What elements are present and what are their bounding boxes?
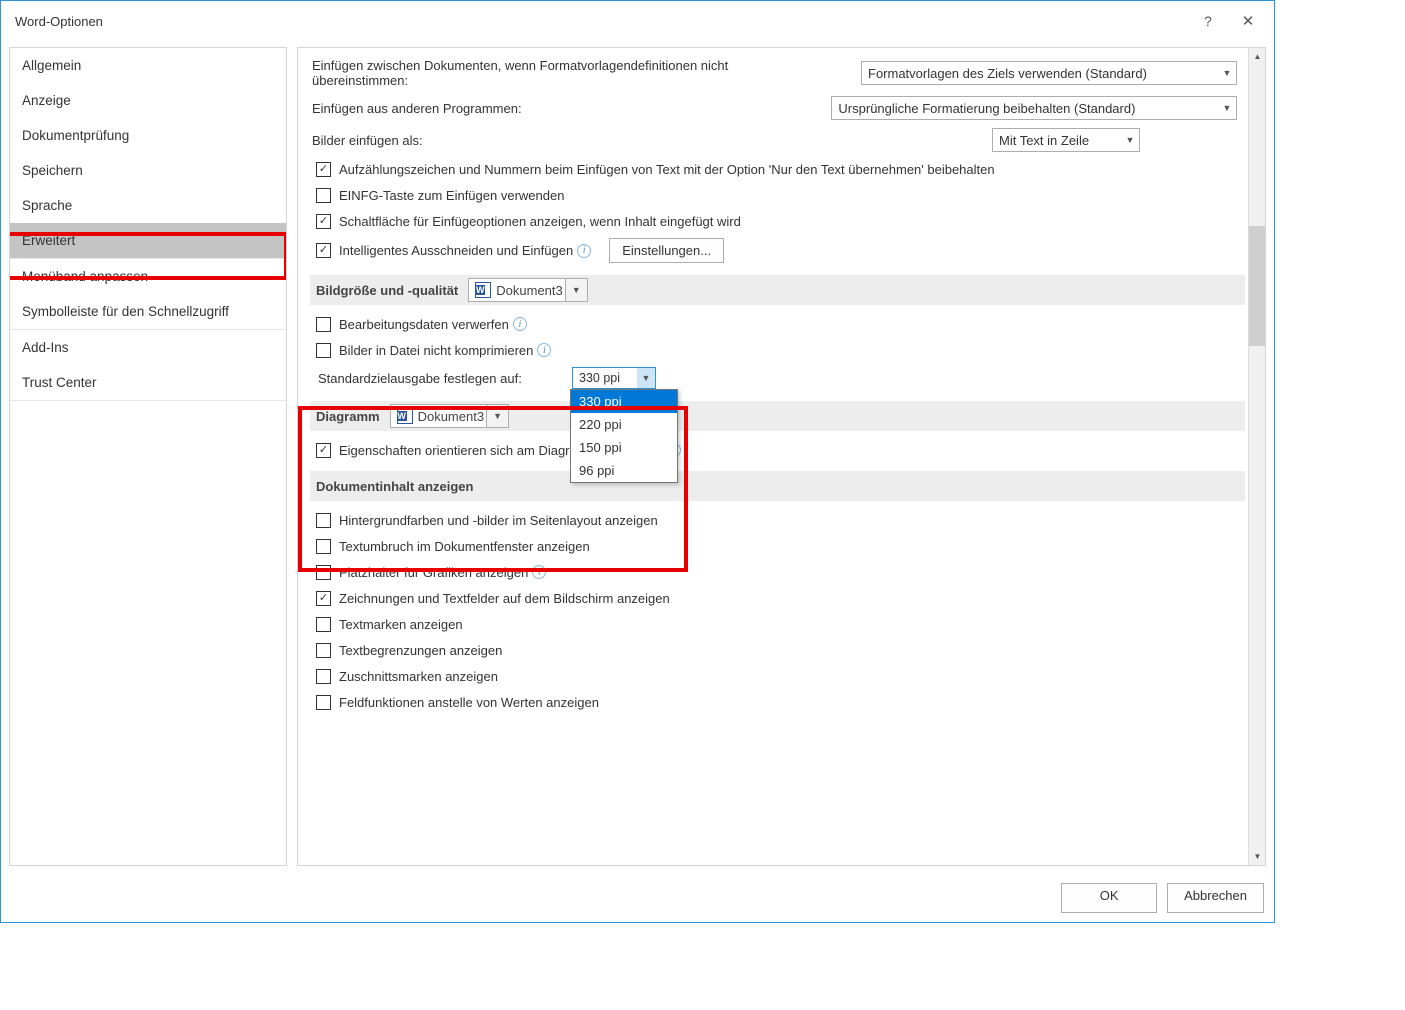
no-compress-checkbox[interactable] <box>316 343 331 358</box>
paste-between-docs-label2: übereinstimmen: <box>312 73 408 88</box>
chart-doc-select[interactable]: Dokument3 ▼ <box>390 404 509 428</box>
insert-images-value: Mit Text in Zeile <box>999 133 1089 148</box>
chevron-down-icon: ▼ <box>1218 97 1236 119</box>
paste-other-programs-select[interactable]: Ursprüngliche Formatierung beibehalten (… <box>831 96 1237 120</box>
placeholders-checkbox[interactable] <box>316 565 331 580</box>
scroll-thumb[interactable] <box>1249 226 1265 346</box>
smart-cut-checkbox[interactable] <box>316 243 331 258</box>
sidebar-item-addins[interactable]: Add-Ins <box>10 330 286 365</box>
crop-marks-label: Zuschnittsmarken anzeigen <box>339 669 498 684</box>
paste-other-programs-value: Ursprüngliche Formatierung beibehalten (… <box>838 101 1135 116</box>
discard-edit-checkbox[interactable] <box>316 317 331 332</box>
show-paste-btn-checkbox[interactable] <box>316 214 331 229</box>
window-title: Word-Optionen <box>15 14 1188 29</box>
sidebar-item-dokumentpruefung[interactable]: Dokumentprüfung <box>10 118 286 153</box>
sidebar-item-allgemein[interactable]: Allgemein <box>10 48 286 83</box>
titlebar: Word-Optionen ? ✕ <box>1 1 1274 41</box>
word-options-dialog: Word-Optionen ? ✕ Allgemein Anzeige Doku… <box>0 0 1275 923</box>
show-paste-btn-label: Schaltfläche für Einfügeoptionen anzeige… <box>339 214 741 229</box>
image-quality-doc-value: Dokument3 <box>496 283 562 298</box>
section-chart-title: Diagramm <box>316 409 380 424</box>
resolution-option-220[interactable]: 220 ppi <box>571 413 677 436</box>
crop-marks-checkbox[interactable] <box>316 669 331 684</box>
field-codes-label: Feldfunktionen anstelle von Werten anzei… <box>339 695 599 710</box>
section-docview-title: Dokumentinhalt anzeigen <box>316 479 473 494</box>
insert-images-select[interactable]: Mit Text in Zeile ▼ <box>992 128 1140 152</box>
word-doc-icon <box>397 408 413 424</box>
insert-key-label: EINFG-Taste zum Einfügen verwenden <box>339 188 564 203</box>
drawings-label: Zeichnungen und Textfelder auf dem Bilds… <box>339 591 670 606</box>
section-image-quality: Bildgröße und -qualität Dokument3 ▼ <box>310 275 1245 305</box>
chevron-down-icon: ▼ <box>565 279 587 301</box>
discard-edit-label: Bearbeitungsdaten verwerfen <box>339 317 509 332</box>
resolution-option-330[interactable]: 330 ppi <box>571 390 677 413</box>
paste-between-docs-select[interactable]: Formatvorlagen des Ziels verwenden (Stan… <box>861 61 1237 85</box>
bookmarks-label: Textmarken anzeigen <box>339 617 463 632</box>
paste-between-docs-value: Formatvorlagen des Ziels verwenden (Stan… <box>868 66 1147 81</box>
chevron-down-icon: ▼ <box>1218 62 1236 84</box>
sidebar-item-erweitert[interactable]: Erweitert <box>10 223 286 258</box>
sidebar-item-anzeige[interactable]: Anzeige <box>10 83 286 118</box>
chevron-down-icon: ▼ <box>486 405 508 427</box>
resolution-dropdown: 330 ppi 220 ppi 150 ppi 96 ppi <box>570 389 678 483</box>
close-button[interactable]: ✕ <box>1228 2 1268 40</box>
text-wrap-label: Textumbruch im Dokumentfenster anzeigen <box>339 539 590 554</box>
ok-button[interactable]: OK <box>1061 883 1157 913</box>
keep-bullets-checkbox[interactable] <box>316 162 331 177</box>
sidebar-item-trustcenter[interactable]: Trust Center <box>10 365 286 400</box>
chevron-down-icon: ▼ <box>1121 129 1139 151</box>
text-wrap-checkbox[interactable] <box>316 539 331 554</box>
chart-props-checkbox[interactable] <box>316 443 331 458</box>
default-resolution-select[interactable]: 330 ppi ▼ <box>572 367 656 389</box>
options-panel: ▲ ▼ Einfügen zwischen Dokumenten, wenn F… <box>297 47 1266 866</box>
scroll-down-arrow[interactable]: ▼ <box>1249 848 1266 865</box>
field-codes-checkbox[interactable] <box>316 695 331 710</box>
vertical-scrollbar[interactable]: ▲ ▼ <box>1248 48 1265 865</box>
section-image-quality-title: Bildgröße und -qualität <box>316 283 458 298</box>
dialog-body: Allgemein Anzeige Dokumentprüfung Speich… <box>1 41 1274 874</box>
paste-between-docs-label1: Einfügen zwischen Dokumenten, wenn Forma… <box>312 58 728 73</box>
bookmarks-checkbox[interactable] <box>316 617 331 632</box>
no-compress-label: Bilder in Datei nicht komprimieren <box>339 343 533 358</box>
smart-cut-settings-button[interactable]: Einstellungen... <box>609 238 724 263</box>
image-quality-doc-select[interactable]: Dokument3 ▼ <box>468 278 587 302</box>
drawings-checkbox[interactable] <box>316 591 331 606</box>
sidebar-item-speichern[interactable]: Speichern <box>10 153 286 188</box>
text-bounds-label: Textbegrenzungen anzeigen <box>339 643 502 658</box>
sidebar-item-menueband[interactable]: Menüband anpassen <box>10 259 286 294</box>
category-sidebar: Allgemein Anzeige Dokumentprüfung Speich… <box>9 47 287 866</box>
resolution-option-96[interactable]: 96 ppi <box>571 459 677 482</box>
paste-other-programs-label: Einfügen aus anderen Programmen: <box>312 101 831 116</box>
sidebar-item-sprache[interactable]: Sprache <box>10 188 286 223</box>
help-button[interactable]: ? <box>1188 3 1228 39</box>
info-icon[interactable]: i <box>537 343 551 357</box>
placeholders-label: Platzhalter für Grafiken anzeigen <box>339 565 528 580</box>
info-icon[interactable]: i <box>513 317 527 331</box>
default-resolution-label: Standardzielausgabe festlegen auf: <box>318 371 572 386</box>
chart-doc-value: Dokument3 <box>418 409 484 424</box>
dialog-footer: OK Abbrechen <box>1 874 1274 922</box>
bg-colors-checkbox[interactable] <box>316 513 331 528</box>
smart-cut-label: Intelligentes Ausschneiden und Einfügen <box>339 243 573 258</box>
sidebar-item-schnellzugriff[interactable]: Symbolleiste für den Schnellzugriff <box>10 294 286 329</box>
insert-images-label: Bilder einfügen als: <box>312 133 992 148</box>
scroll-up-arrow[interactable]: ▲ <box>1249 48 1266 65</box>
section-docview: Dokumentinhalt anzeigen <box>310 471 1245 501</box>
section-chart: Diagramm Dokument3 ▼ <box>310 401 1245 431</box>
chevron-down-icon: ▼ <box>637 368 655 388</box>
cancel-button[interactable]: Abbrechen <box>1167 883 1264 913</box>
info-icon[interactable]: i <box>577 244 591 258</box>
default-resolution-value: 330 ppi <box>579 371 620 385</box>
insert-key-checkbox[interactable] <box>316 188 331 203</box>
keep-bullets-label: Aufzählungszeichen und Nummern beim Einf… <box>339 162 995 177</box>
info-icon[interactable]: i <box>532 565 546 579</box>
text-bounds-checkbox[interactable] <box>316 643 331 658</box>
bg-colors-label: Hintergrundfarben und -bilder im Seitenl… <box>339 513 658 528</box>
resolution-option-150[interactable]: 150 ppi <box>571 436 677 459</box>
word-doc-icon <box>475 282 491 298</box>
